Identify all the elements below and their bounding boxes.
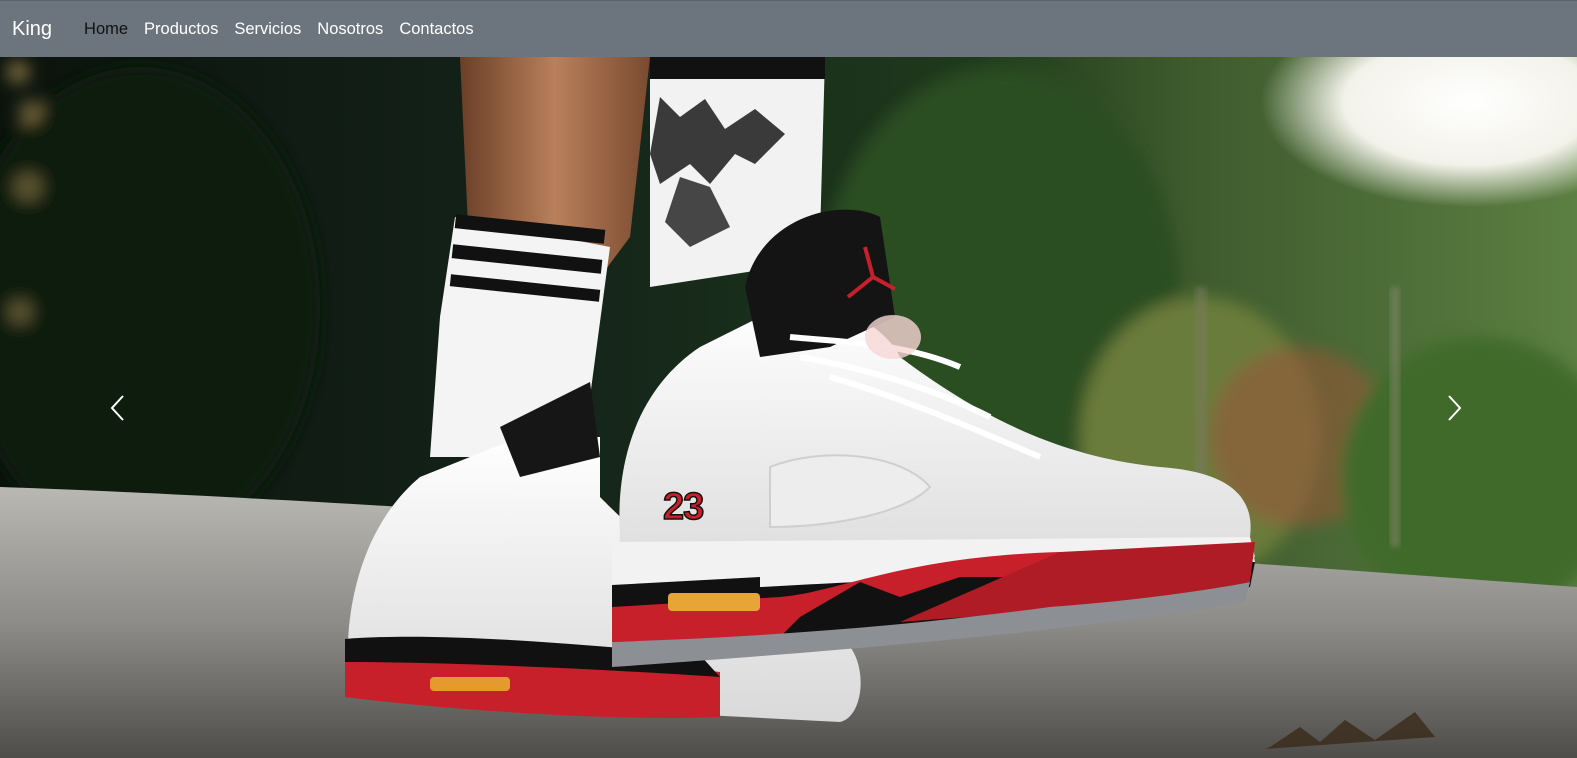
carousel-prev-button[interactable] — [58, 57, 178, 758]
nav-link-home[interactable]: Home — [76, 20, 136, 38]
chevron-right-icon — [1448, 394, 1462, 421]
carousel-slide-image — [0, 57, 1577, 758]
carousel-next-button[interactable] — [1394, 57, 1514, 758]
nav-link-nosotros[interactable]: Nosotros — [309, 20, 391, 38]
nav-link-contactos[interactable]: Contactos — [391, 20, 481, 38]
sneaker-number: 23 — [662, 485, 705, 529]
nav-menu: Home Productos Servicios Nosotros Contac… — [76, 19, 482, 39]
nav-link-productos[interactable]: Productos — [136, 20, 226, 38]
navbar: King Home Productos Servicios Nosotros C… — [0, 0, 1577, 57]
nav-link-servicios[interactable]: Servicios — [226, 20, 309, 38]
brand-link[interactable]: King — [12, 18, 52, 41]
hero-carousel: 23 — [0, 57, 1577, 758]
chevron-left-icon — [110, 394, 124, 421]
